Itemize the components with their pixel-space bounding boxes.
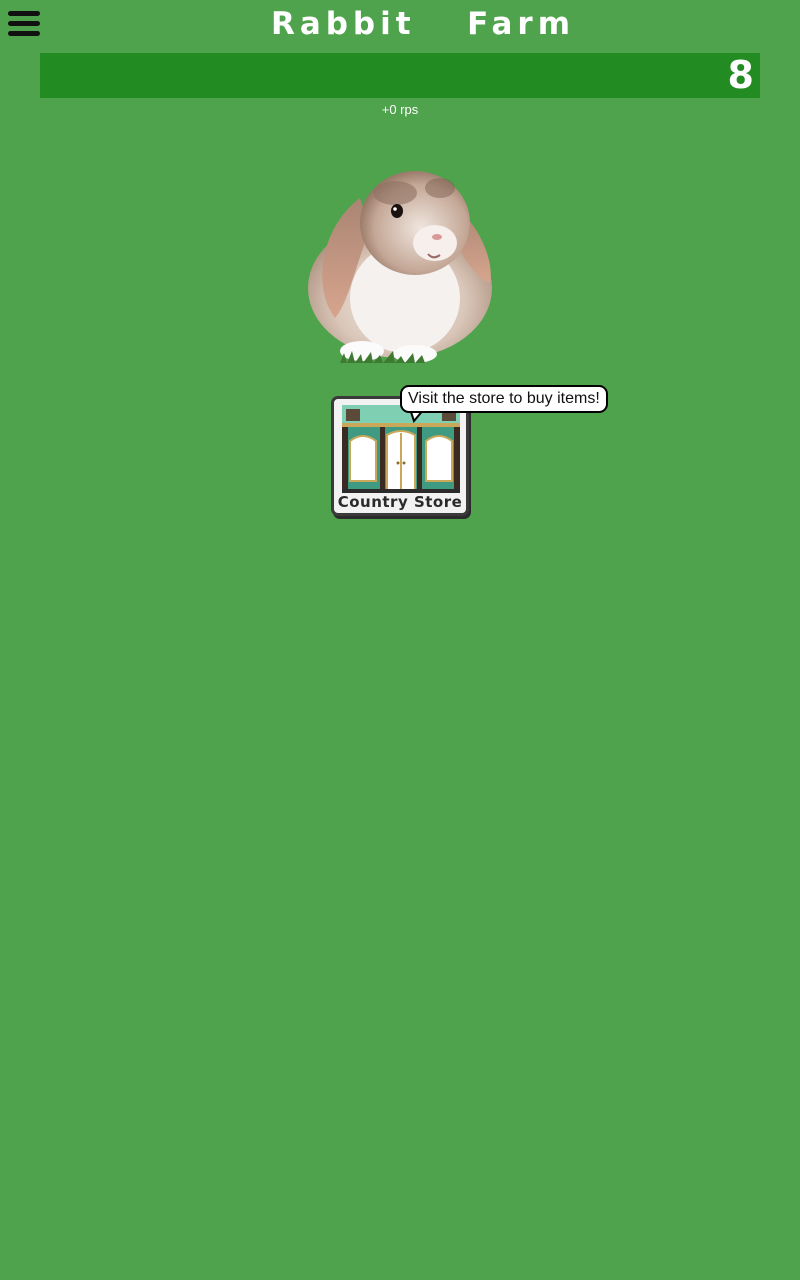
rabbit-counter-bar: 8 [40,53,760,98]
store-hint-tooltip: Visit the store to buy items! [400,385,608,413]
rabbit-clicker[interactable] [300,158,500,368]
rabbit-image [308,171,492,363]
rabbit-count: 8 [727,53,754,97]
game-title: Rabbit Farm [270,6,576,42]
rabbits-per-second: +0 rps [381,102,419,117]
storefront-icon [342,405,460,493]
country-store-label: Country Store [337,493,463,511]
country-store-button[interactable]: Country Store [331,396,469,516]
